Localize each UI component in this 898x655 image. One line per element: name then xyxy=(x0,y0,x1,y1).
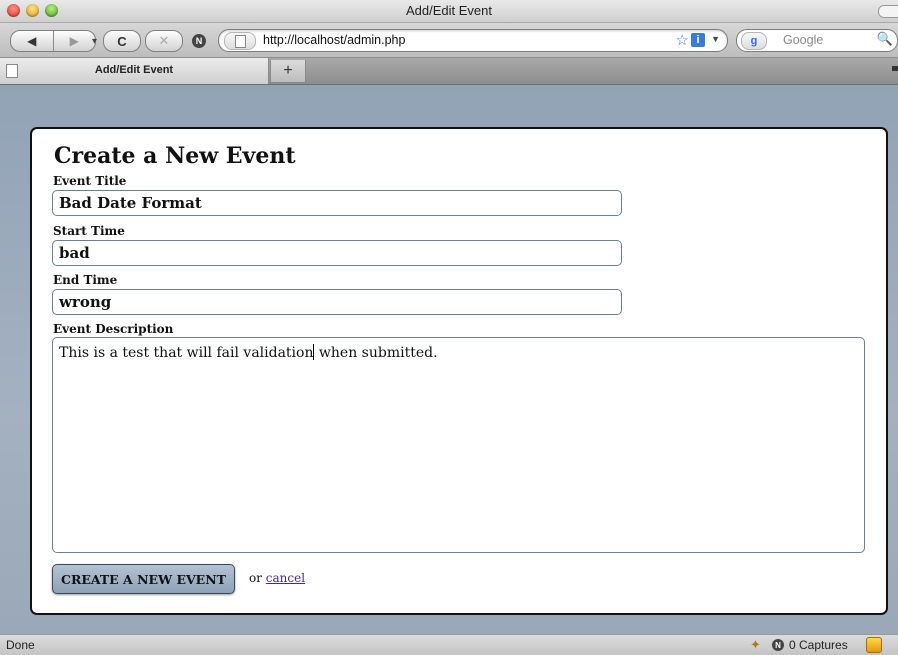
info-icon[interactable]: i xyxy=(691,33,705,47)
description-text-before-caret: This is a test that will fail validation xyxy=(59,345,314,361)
event-description-label: Event Description xyxy=(53,322,174,336)
search-input[interactable]: Google xyxy=(783,33,823,47)
page-title: Create a New Event xyxy=(54,143,296,169)
back-icon: ◀ xyxy=(27,34,37,48)
captures-icon[interactable]: N xyxy=(772,639,784,651)
or-text: or xyxy=(249,571,262,585)
tab-list-icon[interactable] xyxy=(892,66,898,71)
event-title-input[interactable]: Bad Date Format xyxy=(52,190,622,216)
noscript-icon[interactable]: N xyxy=(192,34,206,48)
event-description-textarea[interactable]: This is a test that will fail validation… xyxy=(52,337,865,553)
event-form-card: Create a New Event Event Title Bad Date … xyxy=(30,127,888,615)
captures-count[interactable]: 0 Captures xyxy=(789,638,848,652)
status-text: Done xyxy=(6,638,35,652)
site-identity-button[interactable] xyxy=(224,32,256,50)
window-title: Add/Edit Event xyxy=(406,3,492,18)
navigation-toolbar: ◀ ▶ ▾ C ✕ N http://localhost/admin.php ☆… xyxy=(0,23,898,58)
bookmark-star-icon[interactable]: ☆ xyxy=(676,31,689,49)
forward-button[interactable]: ▶ xyxy=(52,31,96,51)
reload-icon: C xyxy=(117,33,127,49)
reload-button[interactable]: C xyxy=(103,30,141,52)
page-content: Create a New Event Event Title Bad Date … xyxy=(0,85,898,633)
magic-wand-icon[interactable]: ✦ xyxy=(750,637,761,653)
start-time-label: Start Time xyxy=(53,224,125,238)
or-cancel-text: or cancel xyxy=(249,571,305,585)
url-dropdown-icon[interactable]: ▼ xyxy=(711,34,720,44)
end-time-label: End Time xyxy=(53,273,118,287)
tab-strip: Add/Edit Event + xyxy=(0,58,898,85)
window-titlebar: Add/Edit Event xyxy=(0,0,898,23)
new-tab-button[interactable]: + xyxy=(270,60,306,83)
create-event-button[interactable]: CREATE A NEW EVENT xyxy=(52,564,235,594)
end-time-input[interactable]: wrong xyxy=(52,289,622,315)
search-bar[interactable]: g Google 🔍 xyxy=(736,29,898,52)
stop-button[interactable]: ✕ xyxy=(145,30,183,52)
start-time-input[interactable]: bad xyxy=(52,240,622,266)
event-title-label: Event Title xyxy=(53,174,127,188)
address-text[interactable]: http://localhost/admin.php xyxy=(263,33,405,47)
stop-icon: ✕ xyxy=(158,33,170,48)
tab-label: Add/Edit Event xyxy=(94,64,174,76)
description-text-after-caret: when submitted. xyxy=(314,345,438,361)
extension-icon[interactable] xyxy=(866,637,882,653)
back-button[interactable]: ◀ xyxy=(11,31,53,51)
address-bar[interactable]: http://localhost/admin.php ☆ i ▼ xyxy=(218,29,728,52)
toolbar-toggle-button[interactable] xyxy=(878,5,898,18)
page-icon xyxy=(234,34,246,48)
status-bar: Done ✦ N 0 Captures xyxy=(0,634,898,655)
plus-icon: + xyxy=(283,62,293,79)
tab-add-edit-event[interactable]: Add/Edit Event xyxy=(0,58,269,84)
search-engine-icon[interactable]: g xyxy=(741,32,767,50)
back-forward-group: ◀ ▶ xyxy=(10,30,96,52)
forward-icon: ▶ xyxy=(69,34,79,48)
cancel-link[interactable]: cancel xyxy=(266,571,305,585)
search-icon[interactable]: 🔍 xyxy=(877,31,893,47)
history-dropdown-icon[interactable]: ▾ xyxy=(92,36,97,47)
